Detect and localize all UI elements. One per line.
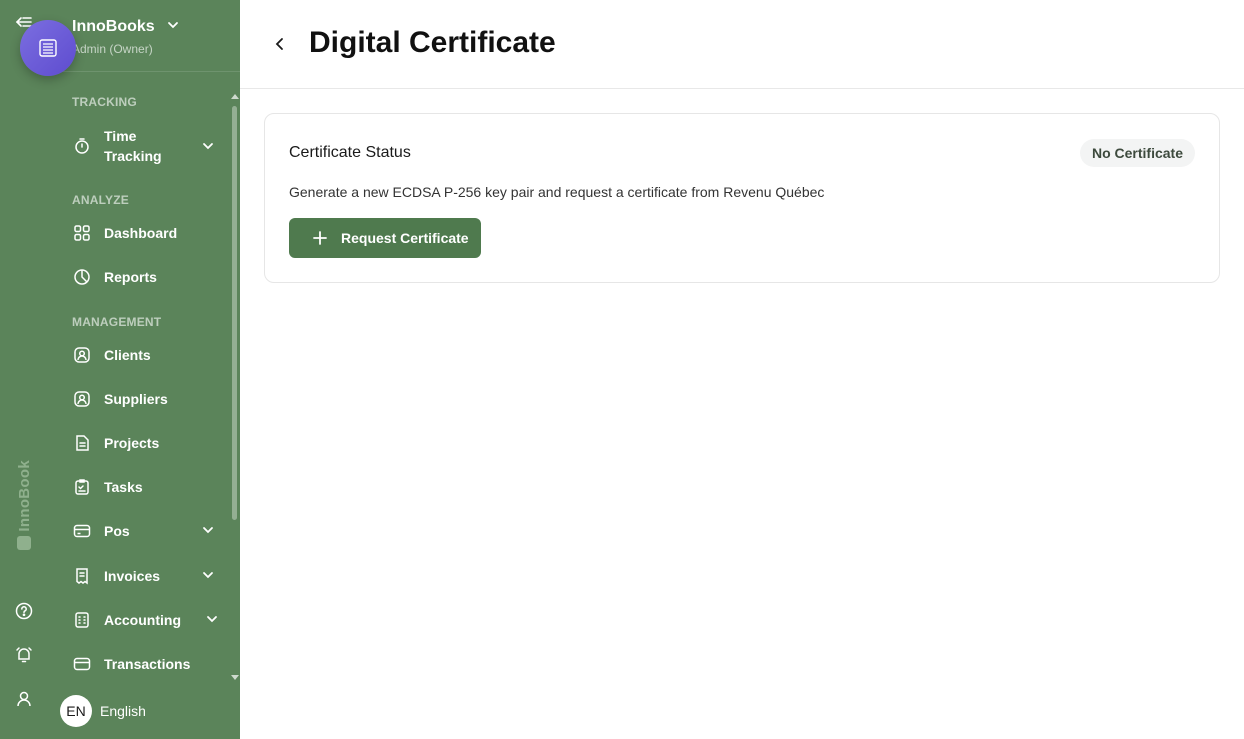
sidebar-item-label: Dashboard bbox=[104, 225, 178, 241]
user-badge-icon bbox=[72, 345, 92, 365]
language-selector[interactable]: EN English bbox=[60, 695, 146, 727]
sidebar-item-time-tracking[interactable]: Time Tracking bbox=[72, 125, 214, 167]
section-label-management: MANAGEMENT bbox=[72, 315, 162, 329]
chevron-down-icon[interactable] bbox=[202, 523, 214, 541]
chevron-down-icon[interactable] bbox=[166, 18, 180, 37]
main-content: Digital Certificate Certificate Status N… bbox=[240, 0, 1244, 739]
sidebar-item-dashboard[interactable]: Dashboard bbox=[72, 217, 212, 249]
status-badge: No Certificate bbox=[1079, 139, 1195, 167]
scroll-down-arrow[interactable] bbox=[231, 675, 239, 680]
chevron-down-icon[interactable] bbox=[202, 139, 214, 157]
page-header: Digital Certificate bbox=[240, 0, 1244, 89]
list-icon bbox=[39, 39, 57, 57]
certificate-status-card: Certificate Status No Certificate Genera… bbox=[264, 113, 1220, 283]
sidebar-item-clients[interactable]: Clients bbox=[72, 339, 212, 371]
sidebar-item-label: Accounting bbox=[104, 612, 181, 628]
sidebar-item-label: Reports bbox=[104, 269, 157, 285]
sidebar-item-label: Tracking bbox=[104, 148, 162, 164]
pie-chart-icon bbox=[72, 267, 92, 287]
left-rail: InnoBook bbox=[0, 0, 48, 739]
sidebar-item-label: Transactions bbox=[104, 656, 191, 672]
sidebar: InnoBooks Admin (Owner) TRACKING Time Tr… bbox=[48, 0, 240, 739]
section-label-tracking: TRACKING bbox=[72, 95, 137, 109]
sidebar-item-label: Tasks bbox=[104, 479, 143, 495]
user-badge-icon bbox=[72, 389, 92, 409]
section-label-analyze: ANALYZE bbox=[72, 193, 129, 207]
sidebar-item-reports[interactable]: Reports bbox=[72, 261, 212, 293]
sidebar-item-label: Suppliers bbox=[104, 391, 168, 407]
page-title: Digital Certificate bbox=[309, 26, 556, 59]
clipboard-check-icon bbox=[72, 477, 92, 497]
grid-icon bbox=[72, 223, 92, 243]
chevron-down-icon[interactable] bbox=[202, 568, 214, 586]
sidebar-item-transactions[interactable]: Transactions bbox=[72, 648, 212, 680]
sidebar-item-suppliers[interactable]: Suppliers bbox=[72, 383, 212, 415]
notifications-bell-icon[interactable] bbox=[12, 643, 36, 667]
plus-icon bbox=[311, 229, 329, 247]
document-icon bbox=[72, 433, 92, 453]
receipt-icon bbox=[72, 566, 92, 586]
org-name: InnoBooks bbox=[72, 18, 155, 35]
sidebar-item-invoices[interactable]: Invoices bbox=[72, 560, 214, 592]
language-code-badge: EN bbox=[60, 695, 92, 727]
card-description: Generate a new ECDSA P-256 key pair and … bbox=[289, 184, 825, 200]
sidebar-item-label: Clients bbox=[104, 347, 151, 363]
request-certificate-button[interactable]: Request Certificate bbox=[289, 218, 481, 258]
org-role: Admin (Owner) bbox=[72, 42, 153, 56]
card-title: Certificate Status bbox=[289, 144, 411, 161]
brand-vertical-text: InnoBook bbox=[15, 460, 33, 532]
brand-logo-icon bbox=[17, 535, 31, 550]
card-icon bbox=[72, 521, 92, 541]
org-switcher[interactable]: InnoBooks Admin (Owner) bbox=[48, 0, 240, 72]
sidebar-item-label: Invoices bbox=[104, 568, 161, 584]
card-icon bbox=[72, 654, 92, 674]
sidebar-item-accounting[interactable]: Accounting bbox=[72, 604, 217, 636]
user-profile-icon[interactable] bbox=[12, 687, 36, 711]
sidebar-item-label: Time bbox=[104, 128, 137, 144]
request-certificate-label: Request Certificate bbox=[341, 230, 469, 246]
back-arrow-icon[interactable] bbox=[270, 34, 290, 54]
floating-menu-button[interactable] bbox=[20, 20, 76, 76]
sidebar-item-projects[interactable]: Projects bbox=[72, 427, 212, 459]
sidebar-item-label: Pos bbox=[104, 523, 130, 539]
sidebar-scrollbar[interactable] bbox=[232, 106, 237, 520]
brand-vertical: InnoBook bbox=[14, 460, 34, 550]
sidebar-item-tasks[interactable]: Tasks bbox=[72, 471, 212, 503]
chevron-down-icon[interactable] bbox=[206, 612, 218, 630]
sidebar-item-label: Projects bbox=[104, 435, 160, 451]
help-icon[interactable] bbox=[12, 599, 36, 623]
stopwatch-icon bbox=[72, 136, 92, 156]
language-name: English bbox=[100, 703, 146, 719]
calculator-icon bbox=[72, 610, 92, 630]
scroll-up-arrow[interactable] bbox=[231, 94, 239, 99]
sidebar-item-pos[interactable]: Pos bbox=[72, 515, 214, 547]
